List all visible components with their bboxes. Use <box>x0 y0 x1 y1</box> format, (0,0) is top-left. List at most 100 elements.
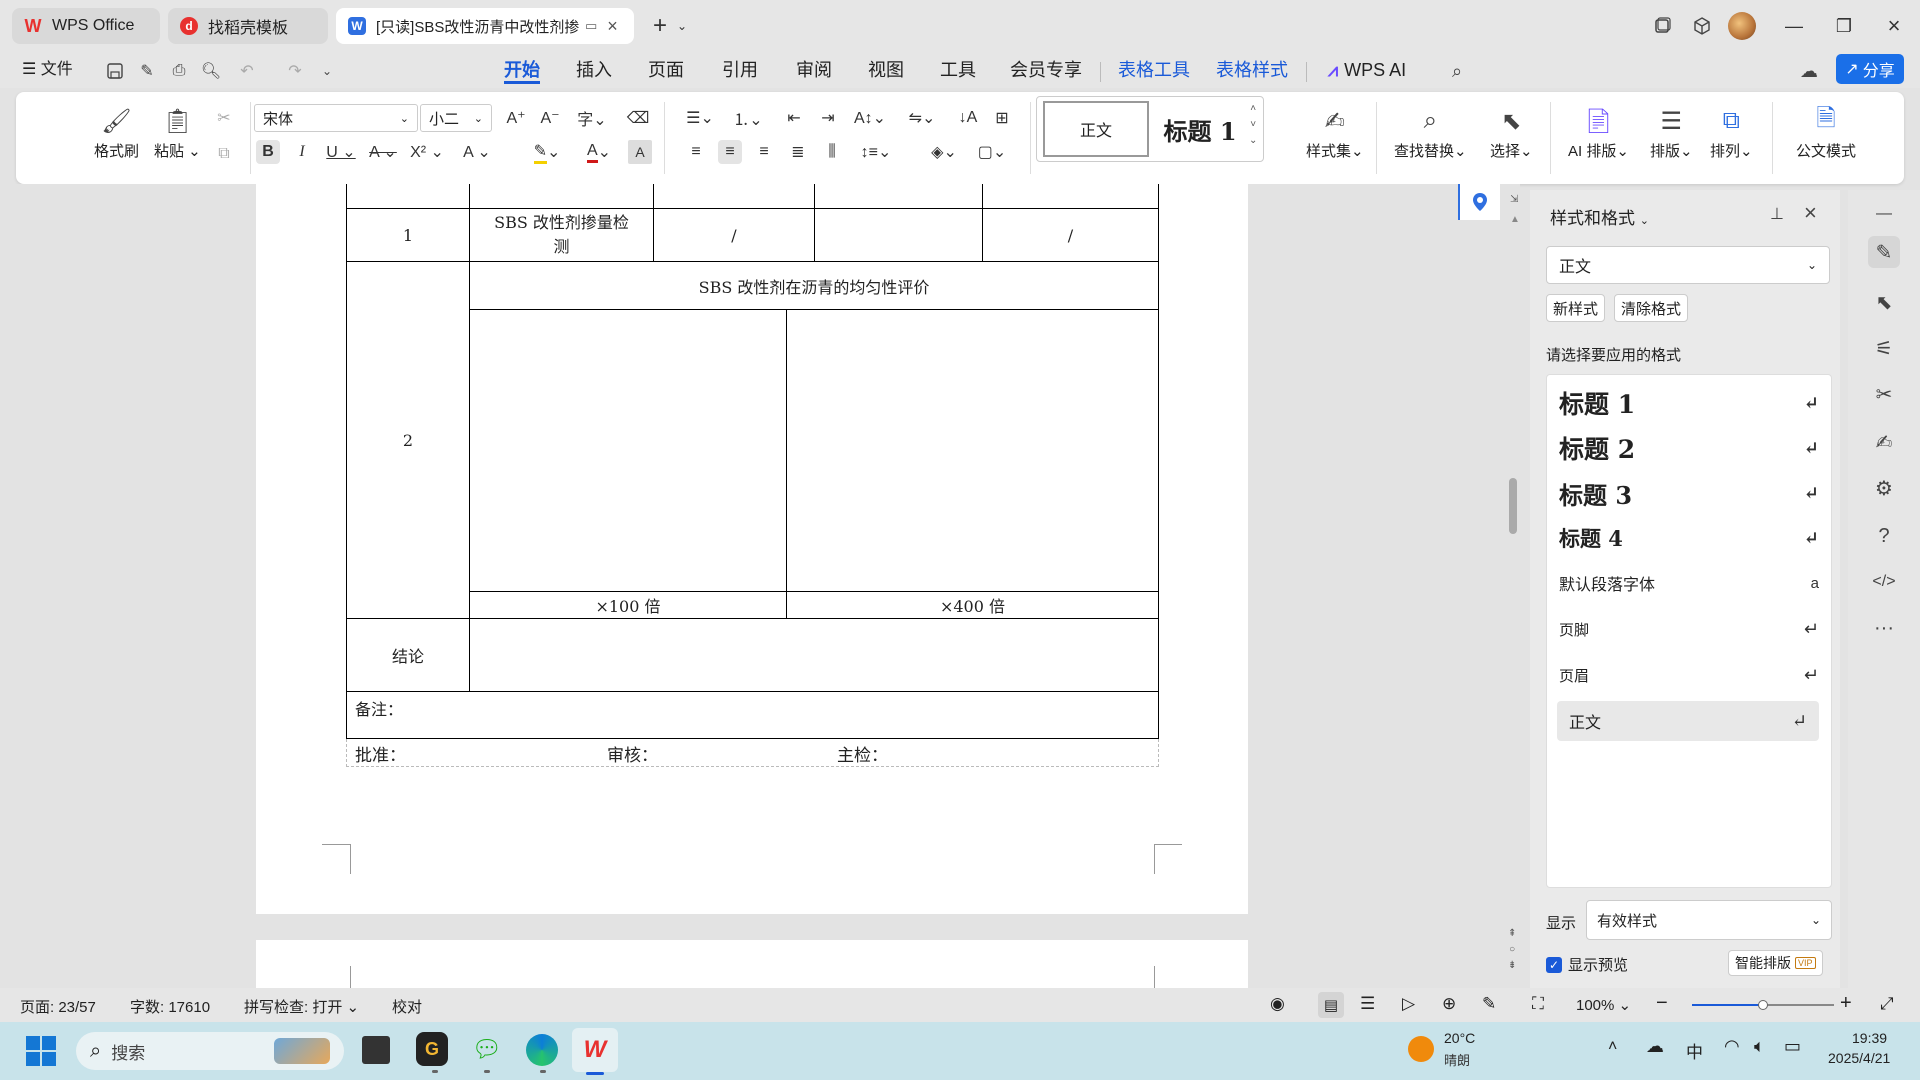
task-view-icon[interactable] <box>362 1036 390 1064</box>
tray-chevron-up-icon[interactable]: ˄ <box>1608 1038 1617 1056</box>
shading-fill-icon[interactable]: ◈⌄ <box>926 140 962 164</box>
row2-number[interactable]: 2 <box>346 261 470 619</box>
row1-item[interactable]: SBS 改性剂掺量检测 <box>469 208 654 262</box>
image-cell-100x[interactable] <box>469 309 787 592</box>
outline-view-icon[interactable]: ☰ <box>1360 994 1375 1014</box>
search-icon[interactable]: ⌕ <box>1446 60 1468 82</box>
menu-page[interactable]: 页面 <box>648 56 684 84</box>
zoom-in-icon[interactable]: + <box>1840 992 1852 1015</box>
zoom-out-icon[interactable]: − <box>1656 992 1668 1015</box>
menu-wps-ai[interactable]: ⩘ WPS AI <box>1328 56 1406 84</box>
style-item-heading4[interactable]: 标题 4 ↵ <box>1547 518 1831 558</box>
style-format-icon[interactable]: ✎ <box>1868 236 1900 268</box>
style-set-button[interactable]: ✍︎ 样式集⌄ <box>1306 104 1364 161</box>
line-spacing-icon[interactable]: ↕≡⌄ <box>858 140 894 164</box>
taskbar-search-box[interactable]: ⌕ 搜索 <box>76 1032 344 1070</box>
phonetic-guide-icon[interactable]: 字⌄ <box>574 106 610 130</box>
caption-100x[interactable]: ×100 倍 <box>469 591 787 619</box>
row1-cell-3[interactable]: / <box>653 208 815 262</box>
style-gallery-scroll[interactable]: ˄ ˅ ⌄ <box>1249 101 1257 149</box>
menu-table-tools[interactable]: 表格工具 <box>1118 56 1190 84</box>
row1-number[interactable]: 1 <box>346 208 470 262</box>
code-icon[interactable]: </> <box>1868 566 1900 598</box>
wechat-icon[interactable]: 💬︎ <box>470 1034 504 1064</box>
show-preview-checkbox[interactable]: ✓ 显示预览 <box>1546 954 1628 975</box>
style-item-footer[interactable]: 页脚 ↵ <box>1547 609 1831 649</box>
ime-indicator[interactable]: 中 <box>1686 1038 1703 1063</box>
scroll-up-icon[interactable]: ▲ <box>1510 214 1520 225</box>
restore-icon[interactable]: ❐ <box>1828 10 1860 42</box>
minimize-icon[interactable]: — <box>1778 10 1810 42</box>
battery-icon[interactable]: ▭ <box>1784 1036 1801 1057</box>
menu-table-style[interactable]: 表格样式 <box>1216 56 1288 84</box>
tab-list-chevron-icon[interactable]: ⌄ <box>666 10 698 42</box>
page-nav-controls[interactable]: ⇞ ○ ⇟ <box>1508 926 1516 974</box>
font-color-icon[interactable]: A ⌄ <box>580 140 618 164</box>
italic-icon[interactable]: I <box>290 140 314 164</box>
vertical-scrollbar-thumb[interactable] <box>1509 478 1517 534</box>
user-avatar[interactable] <box>1726 10 1758 42</box>
select-cursor-icon[interactable]: ⬉ <box>1868 286 1900 318</box>
help-icon[interactable]: ? <box>1868 520 1900 552</box>
assistant-icon[interactable]: ⚙ <box>1868 472 1900 504</box>
close-tab-icon[interactable]: × <box>607 16 618 37</box>
tab-docer-templates[interactable]: d 找稻壳模板 <box>168 8 328 44</box>
zoom-slider-knob[interactable] <box>1758 1000 1768 1010</box>
underline-icon[interactable]: U ⌄ <box>324 140 358 164</box>
menu-home[interactable]: 开始 <box>504 56 540 84</box>
clock-date[interactable]: 2025/4/21 <box>1828 1050 1890 1066</box>
fullscreen-icon[interactable]: ⤢ <box>1880 994 1894 1014</box>
fit-page-icon[interactable]: ⛶ <box>1532 994 1544 1014</box>
shrink-font-icon[interactable]: A⁻ <box>538 106 562 130</box>
web-view-icon[interactable]: ⊕ <box>1442 994 1456 1014</box>
print-icon[interactable]: ⎙ <box>168 60 190 82</box>
font-name-select[interactable]: 宋体 ⌄ <box>254 104 418 132</box>
sort-icon[interactable]: ↓A <box>956 106 980 130</box>
superscript-icon[interactable]: X² ⌄ <box>410 140 444 164</box>
windows-start-icon[interactable] <box>26 1036 56 1066</box>
wps-taskbar-icon[interactable]: W <box>572 1028 618 1072</box>
char-shading-icon[interactable]: A <box>628 140 652 164</box>
zoom-select[interactable]: 100% ⌄ <box>1576 996 1631 1014</box>
distributed-icon[interactable]: ⫼ <box>820 140 844 164</box>
print-preview-icon[interactable]: 🔍︎ <box>200 60 222 82</box>
row1-cell-4[interactable] <box>814 208 983 262</box>
align-left-icon[interactable]: ≡ <box>684 140 708 164</box>
numbered-list-icon[interactable]: ⒈⌄ <box>730 106 766 130</box>
window-layout-icon[interactable] <box>1646 10 1678 42</box>
style-heading1-tile[interactable]: 标题 1 <box>1155 101 1245 157</box>
read-mode-icon[interactable]: ▷ <box>1402 994 1415 1014</box>
select-button[interactable]: ⬉ 选择⌄ <box>1490 104 1533 161</box>
spell-check-toggle[interactable]: 拼写检查: 打开 ⌄ <box>244 996 359 1017</box>
increase-indent-icon[interactable]: ⇥ <box>816 106 840 130</box>
layout-button[interactable]: ☰ 排版⌄ <box>1650 104 1693 161</box>
page-count[interactable]: 页面: 23/57 <box>20 996 96 1017</box>
official-mode-button[interactable]: 🗎︎ 公文模式 <box>1796 104 1856 161</box>
style-normal-tile[interactable]: 正文 <box>1043 101 1149 157</box>
close-window-icon[interactable]: × <box>1878 10 1910 42</box>
app-g-icon[interactable]: G <box>416 1032 448 1066</box>
conclusion-value[interactable] <box>469 618 1159 692</box>
cut-icon[interactable]: ✂ <box>212 106 236 130</box>
eye-protect-icon[interactable]: ◉ <box>1270 994 1285 1014</box>
volume-icon[interactable]: 🔈︎ <box>1754 1036 1765 1057</box>
grow-font-icon[interactable]: A⁺ <box>504 106 528 130</box>
copy-icon[interactable]: ⧉ <box>212 142 236 166</box>
menu-insert[interactable]: 插入 <box>576 56 612 84</box>
proofread-button[interactable]: 校对 <box>392 996 422 1017</box>
properties-sliders-icon[interactable]: ⚟ <box>1868 332 1900 364</box>
text-effect-icon[interactable]: A ⌄ <box>460 140 494 164</box>
new-style-button[interactable]: 新样式 <box>1546 294 1606 322</box>
clock-time[interactable]: 19:39 <box>1852 1030 1887 1046</box>
format-painter-quick-icon[interactable]: ✎ <box>136 60 158 82</box>
save-icon[interactable] <box>104 60 126 82</box>
style-item-normal[interactable]: 正文 ↵ <box>1557 701 1819 741</box>
page-view-icon[interactable]: ▤ <box>1318 992 1344 1018</box>
style-item-heading1[interactable]: 标题 1 ↵ <box>1547 383 1831 423</box>
style-item-heading3[interactable]: 标题 3 ↵ <box>1547 473 1831 513</box>
align-right-icon[interactable]: ≡ <box>752 140 776 164</box>
justify-icon[interactable]: ≣ <box>786 140 810 164</box>
remarks-cell[interactable]: 备注： <box>346 691 1159 739</box>
more-icon[interactable]: ··· <box>1868 612 1900 644</box>
text-direction-icon[interactable]: A↕⌄ <box>852 106 888 130</box>
